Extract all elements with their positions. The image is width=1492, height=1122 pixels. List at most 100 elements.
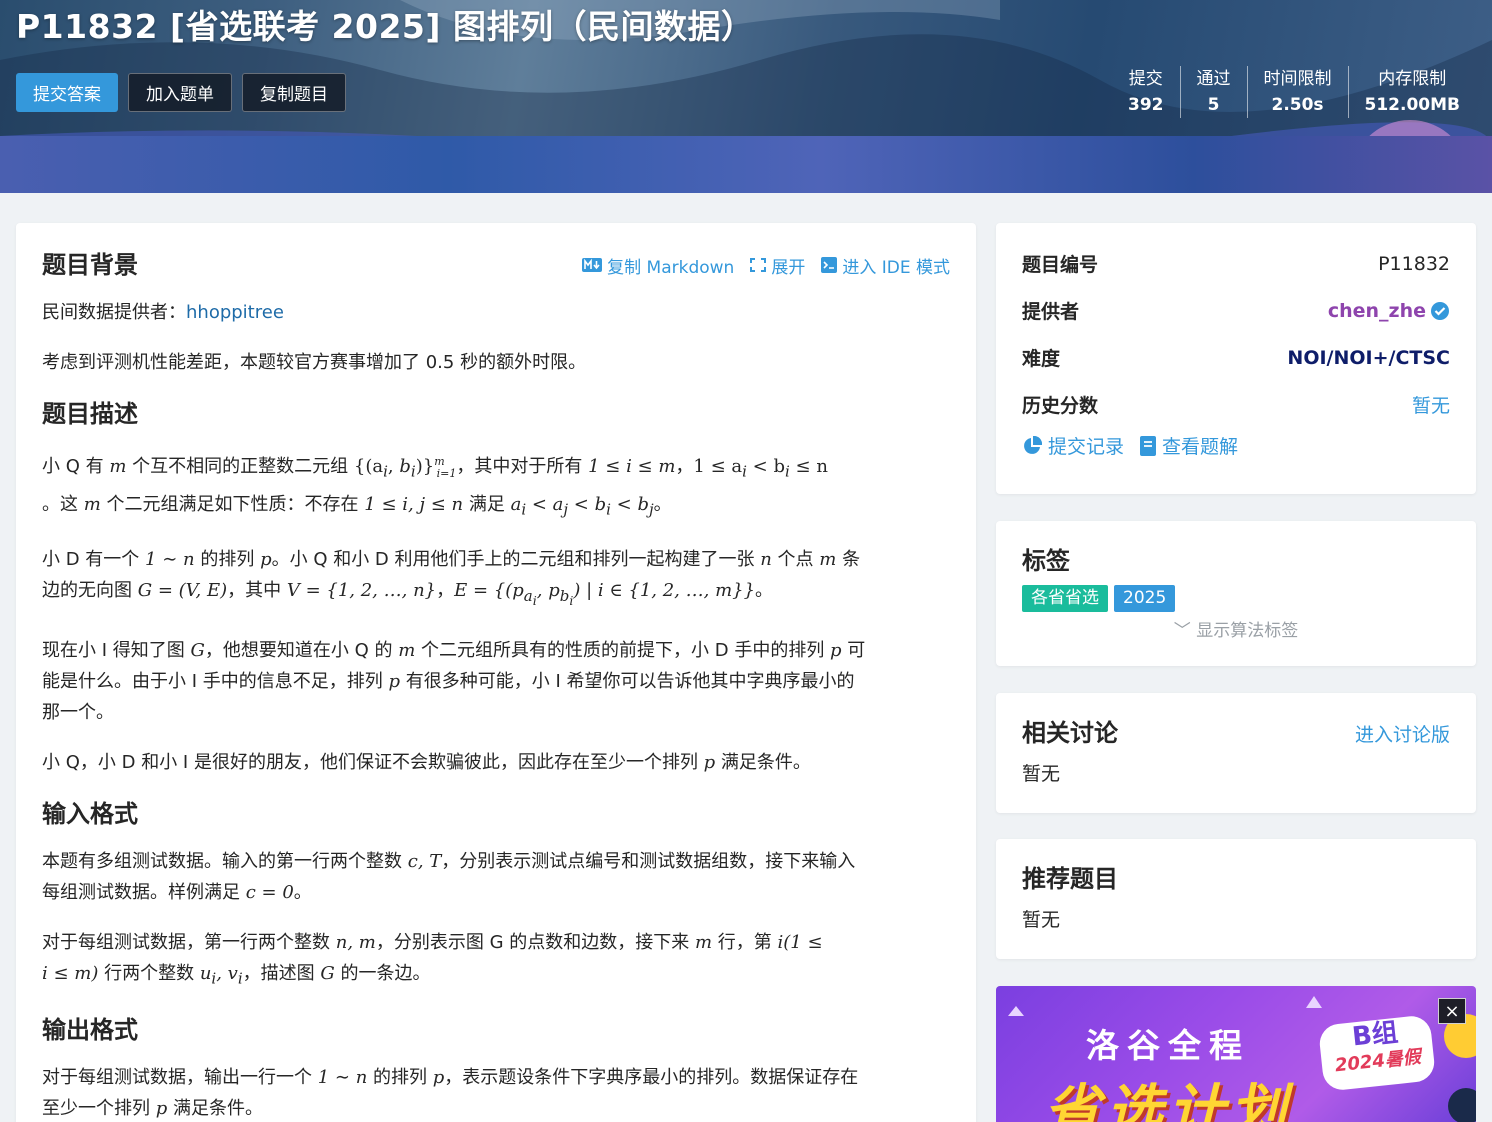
math: ≤ n (789, 456, 828, 477)
expand-icon (750, 258, 767, 272)
info-label: 提供者 (1022, 301, 1080, 323)
show-algorithm-tags-toggle[interactable]: ﹀ 显示算法标签 (1022, 616, 1450, 641)
show-algorithm-tags-label: 显示算法标签 (1196, 621, 1299, 641)
text: ，表示题设条件下字典序最小的排列。数据保证存在 (444, 1067, 859, 1089)
text: 小 D 有一个 (42, 549, 146, 571)
stat-time-limit: 时间限制 2.50s (1246, 66, 1348, 118)
math-c0: c = 0 (245, 881, 294, 903)
verified-icon (1431, 301, 1449, 320)
description-paragraph-4: 小 Q，小 D 和小 I 是很好的朋友，他们保证不会欺骗彼此，因此存在至少一个排… (42, 747, 950, 778)
math-edge-set: E = {(pai, pbi) | i ∈ {1, 2, …, m}} (454, 580, 756, 608)
section-heading-description: 题目描述 (42, 400, 138, 428)
text: ，其中对于所有 (456, 456, 589, 477)
stat-accepted: 通过 5 (1179, 66, 1247, 118)
provider-wrap: chen_zhe (1328, 300, 1450, 322)
info-label: 难度 (1022, 348, 1061, 370)
math: E = {(p (454, 580, 524, 602)
promo-headline: 洛谷全程 (1086, 1026, 1250, 1065)
math-m: m (398, 639, 416, 661)
text: 条 (836, 549, 861, 571)
text: ，他想要知道在小 Q 的 (204, 639, 399, 661)
math-pairs: {(a (353, 456, 384, 477)
background-header: 题目背景 复制 Markdown 展开 进入 IDE 模式 (42, 249, 950, 281)
copy-problem-button[interactable]: 复制题目 (242, 73, 346, 112)
math-p: p (703, 751, 716, 773)
text: 。小 Q 和小 D 利用他们手上的二元组和排列一起构建了一张 (271, 549, 761, 571)
tags-heading: 标签 (1022, 547, 1070, 575)
text: 可 (841, 639, 866, 661)
input-paragraph-2: 对于每组测试数据，第一行两个整数 n, m，分别表示图 G 的点数和边数，接下来… (42, 927, 950, 995)
ide-mode-button[interactable]: 进入 IDE 模式 (821, 253, 950, 278)
copy-markdown-button[interactable]: 复制 Markdown (582, 253, 734, 278)
problem-id-value: P11832 (1378, 252, 1450, 275)
enter-discussion-link[interactable]: 进入讨论版 (1355, 720, 1450, 747)
statement-tools: 复制 Markdown 展开 进入 IDE 模式 (582, 253, 950, 278)
math-ij: 1 ≤ i, j ≤ n (364, 493, 464, 515)
copy-markdown-label: 复制 Markdown (607, 257, 735, 278)
text: 个互不相同的正整数二元组 (126, 456, 354, 477)
math-cT: c, T (407, 850, 442, 872)
problem-statement-card: 题目背景 复制 Markdown 展开 进入 IDE 模式 民间数据提供者：hh… (16, 223, 976, 1122)
description-paragraph-3: 现在小 I 得知了图 G，他想要知道在小 Q 的 m 个二元组所具有的性质的前提… (42, 635, 950, 728)
promo-title: 省选计划 (1044, 1079, 1292, 1122)
math-i-close: i ≤ m) (42, 962, 99, 984)
text: 个点 (771, 549, 820, 571)
math-n: n (760, 549, 772, 571)
text: ， (675, 456, 694, 477)
submission-records-link[interactable]: 提交记录 (1022, 432, 1124, 459)
view-solutions-label: 查看题解 (1162, 436, 1239, 458)
tag-year[interactable]: 2025 (1114, 585, 1176, 612)
math-inequality: ai < aj < bi < bj (510, 493, 654, 519)
text: 满足条件。 (715, 751, 811, 773)
submit-answer-button[interactable]: 提交答案 (16, 73, 118, 112)
book-icon (1140, 435, 1157, 456)
promo-badge: B组 2024暑假 (1317, 1014, 1437, 1092)
difficulty-value[interactable]: NOI/NOI+/CTSC (1287, 347, 1450, 369)
input-paragraph-1: 本题有多组测试数据。输入的第一行两个整数 c, T，分别表示测试点编号和测试数据… (42, 846, 950, 908)
stat-submissions: 提交 392 (1112, 66, 1180, 118)
stat-value: 512.00MB (1364, 95, 1460, 115)
promo-banner[interactable]: 洛谷全程 省选计划 B组 2024暑假 × (996, 986, 1476, 1122)
stat-memory-limit: 内存限制 512.00MB (1347, 66, 1476, 118)
text: 那一个。 (42, 701, 114, 723)
provider-user-link[interactable]: chen_zhe (1328, 300, 1426, 322)
time-limit-note: 考虑到评测机性能差距，本题较官方赛事增加了 0.5 秒的额外时限。 (42, 352, 587, 373)
stat-value: 392 (1128, 95, 1164, 115)
view-solutions-link[interactable]: 查看题解 (1140, 432, 1238, 459)
section-heading-output: 输出格式 (42, 1016, 138, 1045)
math-G: G (320, 962, 335, 984)
text: 。 (293, 881, 312, 903)
history-score-value: 暂无 (1411, 395, 1450, 417)
tag-province[interactable]: 各省省选 (1022, 585, 1108, 612)
text: 本题有多组测试数据。输入的第一行两个整数 (42, 850, 408, 872)
provider-link[interactable]: hhoppitree (186, 302, 284, 323)
stat-label: 时间限制 (1263, 69, 1332, 89)
math-p: p (388, 670, 401, 692)
discussion-empty: 暂无 (1022, 763, 1061, 785)
expand-button[interactable]: 展开 (750, 253, 805, 278)
discussion-card: 相关讨论 进入讨论版 暂无 (996, 693, 1476, 813)
add-to-list-button[interactable]: 加入题单 (128, 73, 232, 112)
text: 现在小 I 得知了图 (42, 639, 191, 661)
tag-list: 各省省选 2025 (1022, 585, 1450, 612)
math-range: 1 ∼ n (145, 549, 195, 571)
info-row-id: 题目编号 P11832 (1022, 240, 1450, 287)
math: < b (746, 456, 786, 477)
text: 小 Q，小 D 和小 I 是很好的朋友，他们保证不会欺骗彼此，因此存在至少一个排… (42, 751, 704, 773)
math: u (199, 962, 212, 984)
math: 1 ≤ a (693, 456, 743, 477)
section-heading-background: 题目背景 (42, 251, 138, 279)
recommended-card: 推荐题目 暂无 (996, 839, 1476, 959)
text: 边的无向图 (42, 580, 138, 602)
text: 对于每组测试数据，第一行两个整数 (42, 931, 336, 953)
math-m: m (109, 456, 127, 477)
stat-value: 2.50s (1271, 95, 1324, 115)
text: ， (436, 580, 455, 602)
recommended-empty: 暂无 (1022, 909, 1061, 931)
pie-chart-icon (1024, 435, 1042, 454)
close-icon[interactable]: × (1438, 998, 1466, 1024)
info-label: 历史分数 (1022, 395, 1099, 417)
stat-label: 提交 (1128, 69, 1163, 89)
text: 行两个整数 (98, 962, 200, 984)
text: 的排列 (194, 549, 261, 571)
